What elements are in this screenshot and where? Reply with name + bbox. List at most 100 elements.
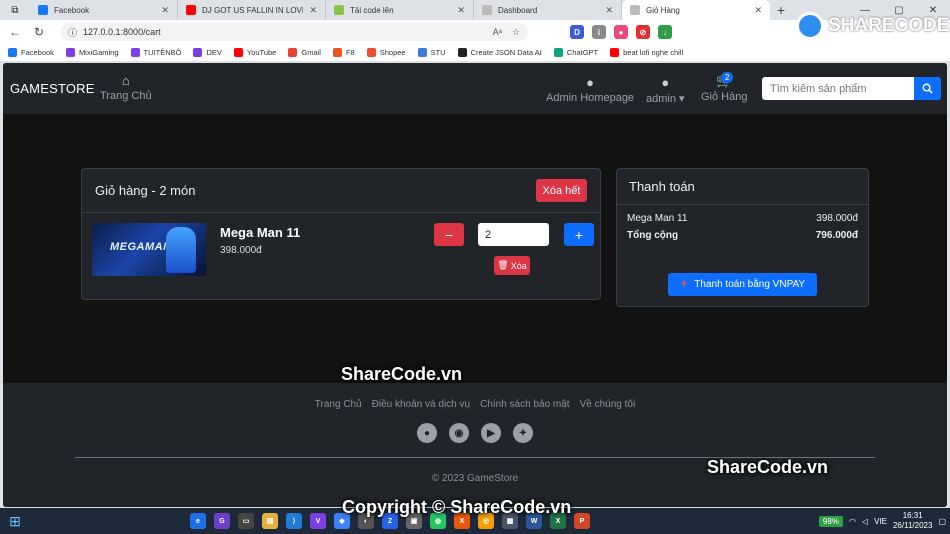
product-thumbnail[interactable]: MEGAMAN 11 — [92, 223, 206, 276]
checkout-card: Thanh toán Mega Man 11 398.000đ Tổng cộn… — [616, 168, 869, 307]
nav-user-label: admin — [646, 93, 676, 105]
footer-link-terms[interactable]: Điều khoản và dịch vụ — [372, 399, 470, 410]
windows-start-icon[interactable]: ⊞ — [4, 510, 26, 532]
close-tab-icon[interactable]: ✕ — [754, 5, 762, 16]
volume-icon[interactable]: ◁ — [862, 517, 868, 526]
tab-title: Giỏ Hàng — [646, 5, 680, 15]
twitch-icon — [193, 48, 203, 57]
checkout-line-label: Mega Man 11 — [627, 213, 688, 224]
remove-item-button[interactable]: 🗑 Xóa — [494, 256, 530, 275]
extension-icon[interactable]: ↓ — [658, 25, 672, 39]
twitter-icon[interactable]: ✦ — [513, 423, 533, 443]
bookmark[interactable]: Gmail — [288, 48, 321, 57]
url-text: 127.0.0.1:8000/cart — [83, 27, 161, 37]
extension-icon[interactable]: ⊘ — [636, 25, 650, 39]
clock[interactable]: 16:31 26/11/2023 — [893, 511, 932, 531]
visual-studio-icon[interactable]: V — [310, 513, 326, 529]
increase-quantity-button[interactable]: + — [564, 223, 594, 246]
bookmark[interactable]: YouTube — [233, 48, 276, 57]
youtube-icon — [610, 48, 620, 57]
github-icon[interactable]: ● — [417, 423, 437, 443]
watermark-text: Copyright © ShareCode.vn — [342, 497, 572, 517]
megaman-figure — [166, 227, 196, 273]
close-tab-icon[interactable]: ✕ — [457, 5, 465, 16]
bookmark[interactable]: DEV — [193, 48, 222, 57]
bookmark-label: STU — [430, 48, 446, 57]
bookmark-star-icon[interactable]: ☆ — [512, 27, 520, 38]
tab-title: Facebook — [54, 5, 90, 15]
footer-link-privacy[interactable]: Chính sách bảo mật — [480, 399, 570, 410]
footer-link-home[interactable]: Trang Chủ — [315, 399, 362, 410]
language-indicator[interactable]: VIE — [874, 517, 887, 526]
browser-tab[interactable]: DJ GOT US FALLIN IN LOVE ✕ — [178, 0, 326, 20]
twitch-icon — [130, 48, 140, 57]
bookmark-label: TUITÊNBÔ — [143, 48, 182, 57]
bookmark-label: Create JSON Data AI — [470, 48, 542, 57]
edge-icon[interactable]: e — [190, 513, 206, 529]
file-explorer-icon[interactable]: ▤ — [262, 513, 278, 529]
bookmark[interactable]: MixiGaming — [65, 48, 119, 57]
nav-cart-link[interactable]: 🛒 2 Giỏ Hàng — [701, 72, 747, 103]
tab-title: Dashboard — [498, 5, 538, 15]
nav-home-link[interactable]: ⌂ Trang Chủ — [100, 73, 152, 102]
vnpay-checkout-button[interactable]: ✈ Thanh toán bằng VNPAY — [668, 273, 817, 296]
system-tray: 98% ◠ ◁ VIE 16:31 26/11/2023 ▢ — [818, 511, 946, 531]
footer-link-about[interactable]: Về chúng tôi — [580, 399, 636, 410]
workspace-icon[interactable]: ⧉ — [0, 0, 30, 20]
wifi-icon[interactable]: ◠ — [849, 517, 856, 526]
youtube-icon — [186, 5, 196, 15]
brand-logo[interactable]: GAMESTORE — [10, 81, 95, 96]
github-desktop-icon[interactable]: G — [214, 513, 230, 529]
battery-indicator[interactable]: 98% — [818, 515, 843, 527]
extension-icon[interactable]: i — [592, 25, 606, 39]
extension-icon[interactable]: ● — [614, 25, 628, 39]
browser-tab-active[interactable]: Giỏ Hàng ✕ — [622, 0, 770, 20]
close-tab-icon[interactable]: ✕ — [161, 5, 169, 16]
bookmark[interactable]: STU — [417, 48, 446, 57]
bookmark[interactable]: beat lofi nghe chill — [610, 48, 683, 57]
notification-icon[interactable]: ▢ — [938, 517, 946, 526]
browser-tab[interactable]: Dashboard ✕ — [474, 0, 622, 20]
discord-icon[interactable]: ◉ — [449, 423, 469, 443]
nav-admin-homepage-label: Admin Homepage — [546, 92, 635, 104]
gmail-icon — [288, 48, 298, 57]
bookmark[interactable]: Shopee — [366, 48, 406, 57]
trash-icon: 🗑 — [497, 260, 509, 270]
close-tab-icon[interactable]: ✕ — [309, 5, 317, 16]
bookmark[interactable]: Create JSON Data AI — [457, 48, 542, 57]
terminal-icon[interactable]: ▭ — [238, 513, 254, 529]
new-tab-button[interactable]: + — [770, 0, 792, 20]
address-bar[interactable]: ⓘ 127.0.0.1:8000/cart Aᵃ ☆ — [60, 23, 528, 41]
bookmark-label: Gmail — [301, 48, 321, 57]
total-value: 796.000đ — [815, 230, 858, 241]
user-icon: ● — [661, 75, 670, 90]
search-button[interactable] — [914, 77, 941, 100]
read-aloud-icon[interactable]: Aᵃ — [493, 27, 502, 38]
browser-tab[interactable]: Tải code lên ✕ — [326, 0, 474, 20]
page-icon — [482, 5, 492, 15]
quantity-input[interactable]: 2 — [478, 223, 549, 246]
reload-icon[interactable]: ↻ — [30, 23, 48, 41]
product-name[interactable]: Mega Man 11 — [220, 225, 300, 240]
checkout-title: Thanh toán — [617, 169, 868, 205]
user-icon: ● — [586, 75, 594, 90]
search-input[interactable]: Tìm kiếm sản phẩm — [762, 77, 914, 100]
bookmark[interactable]: F8 — [332, 48, 355, 57]
nav-user-dropdown[interactable]: ● admin ▾ — [646, 75, 685, 105]
youtube-icon[interactable]: ▶ — [481, 423, 501, 443]
info-icon[interactable]: ⓘ — [68, 26, 77, 39]
powerpoint-icon[interactable]: P — [574, 513, 590, 529]
cart-item: MEGAMAN 11 Mega Man 11 398.000đ − 2 + 🗑 … — [92, 223, 594, 283]
extension-icon[interactable]: D — [570, 25, 584, 39]
browser-tab[interactable]: Facebook ✕ — [30, 0, 178, 20]
nav-admin-homepage-link[interactable]: ● Admin Homepage — [546, 75, 634, 104]
bookmark[interactable]: Facebook — [8, 48, 54, 57]
clear-cart-button[interactable]: Xóa hết — [536, 179, 587, 202]
back-icon[interactable]: ← — [6, 23, 24, 41]
decrease-quantity-button[interactable]: − — [434, 223, 464, 246]
tab-title: DJ GOT US FALLIN IN LOVE — [202, 5, 304, 15]
bookmark[interactable]: TUITÊNBÔ — [130, 48, 182, 57]
bookmark[interactable]: ChatGPT — [553, 48, 598, 57]
close-tab-icon[interactable]: ✕ — [605, 5, 613, 16]
vscode-icon[interactable]: ⟩ — [286, 513, 302, 529]
